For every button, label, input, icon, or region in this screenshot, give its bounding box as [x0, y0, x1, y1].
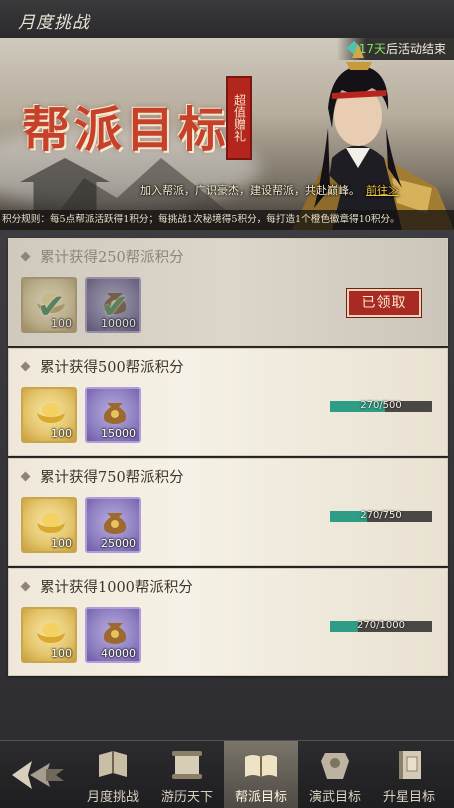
tab-monthly-challenge[interactable]: 月度挑战	[76, 741, 150, 808]
progress-text: 270/750	[360, 510, 402, 521]
gold-ingot-icon	[37, 513, 65, 533]
progress-text: 270/500	[360, 400, 402, 411]
task-card: 累计获得500帮派积分 100 15000 270/500	[8, 348, 448, 456]
book-icon	[99, 751, 127, 777]
diamond-bullet-icon	[20, 361, 31, 372]
reward-qty: 25000	[101, 537, 136, 550]
progress-text: 270/1000	[357, 620, 405, 631]
progress-bar: 270/500	[330, 400, 432, 412]
task-card: 累计获得1000帮派积分 100 40000 270/1000	[8, 568, 448, 676]
task-label: 累计获得250帮派积分	[40, 250, 184, 266]
gem-bag-icon	[103, 513, 127, 534]
tab-guild-goal[interactable]: 帮派目标	[224, 741, 298, 808]
page-title: 月度挑战	[18, 13, 90, 33]
banner-title: 帮派目标	[22, 102, 231, 158]
task-card: 累计获得750帮派积分 100 25000 270/750	[8, 458, 448, 566]
reward-gold-ingot[interactable]: 100	[21, 497, 77, 553]
tab-label: 升星目标	[382, 790, 435, 805]
gift-seal: 超值赠礼	[226, 76, 252, 160]
reward-qty: 100	[51, 427, 72, 440]
reward-qty: 40000	[101, 647, 136, 660]
hero-character-portrait	[292, 44, 454, 230]
armor-icon	[321, 753, 349, 779]
goto-link[interactable]: 前往≫	[366, 184, 399, 197]
reward-gold-ingot[interactable]: 100	[21, 387, 77, 443]
reward-gem-bag[interactable]: ✔ 10000	[85, 277, 141, 333]
open-book-icon	[245, 755, 277, 777]
reward-qty: 100	[51, 537, 72, 550]
reward-gold-ingot[interactable]: 100	[21, 607, 77, 663]
diamond-bullet-icon	[20, 251, 31, 262]
score-rules: 积分规则：每5点帮派活跃得1积分；每挑战1次秘境得5积分，每打造1个橙色徽章得1…	[0, 210, 454, 230]
reward-gem-bag[interactable]: 15000	[85, 387, 141, 443]
task-list[interactable]: 累计获得250帮派积分 ✔ 100 ✔ 10000 已领取 累计获得500帮派积…	[0, 230, 454, 740]
scroll-icon	[172, 751, 202, 779]
slogan-text: 加入帮派，广识豪杰，建设帮派，共赴巅峰。	[140, 184, 360, 197]
gold-ingot-icon	[37, 403, 65, 423]
reward-qty: 100	[51, 317, 72, 330]
reward-qty: 10000	[101, 317, 136, 330]
gem-bag-icon	[103, 623, 127, 644]
reward-gem-bag[interactable]: 25000	[85, 497, 141, 553]
task-label: 累计获得750帮派积分	[40, 470, 184, 486]
progress-bar: 270/750	[330, 510, 432, 522]
gem-bag-icon	[103, 403, 127, 424]
reward-qty: 100	[51, 647, 72, 660]
task-label: 累计获得1000帮派积分	[40, 580, 193, 596]
progress-bar: 270/1000	[330, 620, 432, 632]
tab-label: 帮派目标	[234, 790, 287, 805]
tab-label: 游历天下	[160, 790, 213, 805]
reward-qty: 15000	[101, 427, 136, 440]
task-label: 累计获得500帮派积分	[40, 360, 184, 376]
banner-slogan: 加入帮派，广识豪杰，建设帮派，共赴巅峰。 前往≫	[140, 182, 440, 198]
tab-label: 演武目标	[308, 790, 361, 805]
tab-star-goal[interactable]: 升星目标	[372, 741, 446, 808]
claimed-stamp: 已领取	[346, 288, 422, 318]
back-arrow-icon[interactable]	[6, 755, 66, 795]
event-banner: 17天后活动结束 帮派目标 超值赠礼 加入帮派，广识豪杰，建设帮派，共赴巅峰。前…	[0, 38, 454, 230]
tab-label: 月度挑战	[86, 790, 139, 805]
diamond-bullet-icon	[20, 581, 31, 592]
diamond-bullet-icon	[20, 471, 31, 482]
task-card: 累计获得250帮派积分 ✔ 100 ✔ 10000 已领取	[8, 238, 448, 346]
reward-gem-bag[interactable]: 40000	[85, 607, 141, 663]
bottom-nav: 月度挑战 游历天下 帮派目标 演武目标 升星目标	[0, 740, 454, 808]
top-bar: 月度挑战	[0, 0, 454, 39]
gold-ingot-icon	[37, 623, 65, 643]
tab-travel-world[interactable]: 游历天下	[150, 741, 224, 808]
tab-martial-goal[interactable]: 演武目标	[298, 741, 372, 808]
reward-gold-ingot[interactable]: ✔ 100	[21, 277, 77, 333]
manual-icon	[399, 751, 421, 779]
